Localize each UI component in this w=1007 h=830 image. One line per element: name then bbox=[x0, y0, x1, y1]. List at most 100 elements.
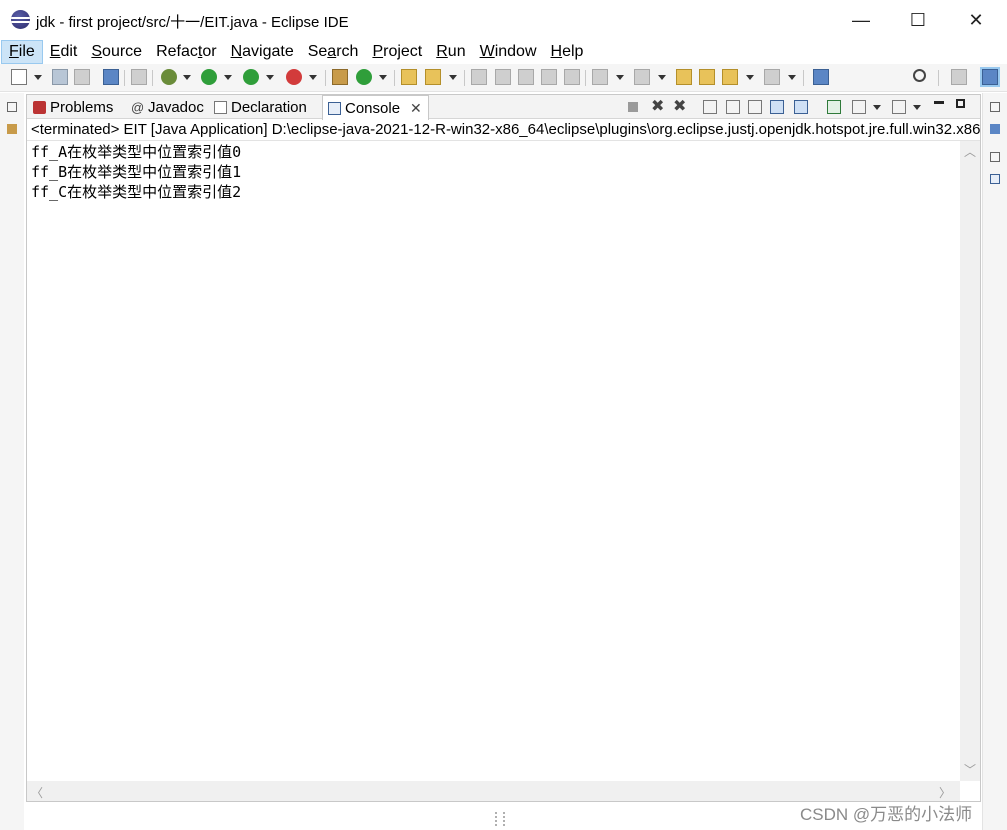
tab-javadoc[interactable]: @ Javadoc bbox=[127, 95, 208, 119]
menu-navigate[interactable]: Navigate bbox=[224, 40, 301, 64]
debug-dropdown-icon[interactable] bbox=[183, 75, 191, 80]
scroll-down-icon[interactable]: ﹀ bbox=[964, 761, 976, 778]
declaration-icon bbox=[214, 100, 227, 114]
close-window-button[interactable]: ✕ bbox=[953, 0, 999, 40]
menu-search[interactable]: Search bbox=[301, 40, 366, 64]
search-tool-dropdown-icon[interactable] bbox=[449, 75, 457, 80]
previous-annotation-dropdown-icon[interactable] bbox=[658, 75, 666, 80]
mark-occurrences-icon[interactable] bbox=[495, 69, 511, 85]
remove-all-launches-icon[interactable]: ✖ bbox=[673, 99, 687, 115]
tab-declaration[interactable]: Declaration bbox=[210, 95, 311, 119]
javadoc-icon: @ bbox=[131, 99, 145, 115]
next-annotation-dropdown-icon[interactable] bbox=[616, 75, 624, 80]
show-whitespace-icon[interactable] bbox=[564, 69, 580, 85]
open-perspective-icon[interactable] bbox=[951, 69, 967, 85]
skip-breakpoints-icon[interactable] bbox=[131, 69, 147, 85]
pin-console-icon[interactable] bbox=[827, 100, 841, 114]
toolbar-separator bbox=[152, 70, 153, 86]
previous-annotation-icon[interactable] bbox=[634, 69, 650, 85]
task-list-icon[interactable] bbox=[990, 174, 1000, 184]
close-icon: ✕ bbox=[968, 9, 984, 30]
window-title: jdk - first project/src/十一/EIT.java - Ec… bbox=[36, 14, 349, 31]
back-dropdown-icon[interactable] bbox=[746, 75, 754, 80]
block-selection-icon[interactable] bbox=[518, 69, 534, 85]
coverage-icon[interactable] bbox=[243, 69, 259, 85]
forward-edit-icon[interactable] bbox=[699, 69, 715, 85]
display-selected-console-icon[interactable] bbox=[852, 100, 866, 114]
restore-icon[interactable] bbox=[7, 102, 17, 112]
toolbar-separator bbox=[124, 70, 125, 86]
toggle-annotation-icon[interactable] bbox=[471, 69, 487, 85]
restore-icon[interactable] bbox=[990, 152, 1000, 162]
terminal-icon[interactable] bbox=[103, 69, 119, 85]
tab-problems[interactable]: Problems bbox=[29, 95, 117, 119]
forward-dropdown-icon[interactable] bbox=[788, 75, 796, 80]
right-trim-stack bbox=[982, 93, 1007, 830]
new-dropdown-icon[interactable] bbox=[34, 75, 42, 80]
status-bar-handle[interactable] bbox=[495, 812, 505, 826]
run-icon[interactable] bbox=[201, 69, 217, 85]
word-wrap-icon[interactable] bbox=[748, 100, 762, 114]
search-icon[interactable] bbox=[913, 69, 926, 82]
close-icon[interactable]: ✕ bbox=[410, 100, 422, 117]
back-icon[interactable] bbox=[722, 69, 738, 85]
open-console-dropdown-icon[interactable] bbox=[913, 105, 921, 110]
maximize-view-icon[interactable] bbox=[956, 99, 965, 108]
restore-icon[interactable] bbox=[990, 102, 1000, 112]
coverage-dropdown-icon[interactable] bbox=[266, 75, 274, 80]
forward-icon[interactable] bbox=[764, 69, 780, 85]
menu-edit[interactable]: Edit bbox=[43, 40, 85, 64]
new-java-class-dropdown-icon[interactable] bbox=[379, 75, 387, 80]
save-all-icon[interactable] bbox=[74, 69, 90, 85]
minimize-button[interactable]: — bbox=[838, 0, 884, 40]
display-console-dropdown-icon[interactable] bbox=[873, 105, 881, 110]
new-java-package-icon[interactable] bbox=[332, 69, 348, 85]
debug-icon[interactable] bbox=[161, 69, 177, 85]
horizontal-scrollbar[interactable]: 〈 〉 bbox=[27, 781, 960, 801]
next-annotation-icon[interactable] bbox=[592, 69, 608, 85]
run-dropdown-icon[interactable] bbox=[224, 75, 232, 80]
scroll-right-icon[interactable]: 〉 bbox=[939, 784, 951, 801]
package-explorer-icon[interactable] bbox=[7, 124, 17, 134]
menu-source[interactable]: Source bbox=[84, 40, 149, 64]
pin-editor-icon[interactable] bbox=[813, 69, 829, 85]
maximize-button[interactable]: ☐ bbox=[895, 0, 941, 40]
minimize-view-icon[interactable] bbox=[934, 101, 944, 104]
watermark: CSDN @万恶的小法师 bbox=[800, 805, 973, 824]
open-type-icon[interactable] bbox=[401, 69, 417, 85]
new-icon[interactable] bbox=[11, 69, 27, 85]
save-icon[interactable] bbox=[52, 69, 68, 85]
scroll-lock-icon[interactable] bbox=[726, 100, 740, 114]
toolbar-separator bbox=[464, 70, 465, 86]
menu-refactor[interactable]: Refactor bbox=[149, 40, 223, 64]
scroll-up-icon[interactable]: ︿ bbox=[964, 143, 976, 160]
search-tool-icon[interactable] bbox=[425, 69, 441, 85]
toolbar-separator bbox=[394, 70, 395, 86]
show-on-stdout-icon[interactable] bbox=[770, 100, 784, 114]
toolbar-separator bbox=[938, 70, 939, 86]
console-line: ff_B在枚举类型中位置索引值1 bbox=[31, 163, 242, 181]
terminate-icon[interactable] bbox=[628, 102, 638, 112]
menu-window[interactable]: Window bbox=[473, 40, 544, 64]
new-java-class-icon[interactable] bbox=[356, 69, 372, 85]
outline-icon[interactable] bbox=[990, 124, 1000, 134]
java-perspective-icon[interactable] bbox=[980, 67, 1000, 87]
clear-console-icon[interactable] bbox=[703, 100, 717, 114]
title-bar: jdk - first project/src/十一/EIT.java - Ec… bbox=[0, 0, 1007, 40]
view-tab-bar: Problems @ Javadoc Declaration Console ✕… bbox=[27, 95, 980, 120]
menu-project[interactable]: Project bbox=[365, 40, 429, 64]
show-on-stderr-icon[interactable] bbox=[794, 100, 808, 114]
last-edit-location-icon[interactable] bbox=[676, 69, 692, 85]
word-wrap-icon[interactable] bbox=[541, 69, 557, 85]
remove-launch-icon[interactable]: ✖ bbox=[651, 99, 665, 115]
menu-help[interactable]: Help bbox=[544, 40, 591, 64]
tab-console[interactable]: Console ✕ bbox=[322, 95, 429, 120]
vertical-scrollbar[interactable]: ︿ ﹀ bbox=[960, 141, 980, 781]
menu-run[interactable]: Run bbox=[429, 40, 472, 64]
menu-file[interactable]: File bbox=[1, 40, 43, 64]
open-console-icon[interactable] bbox=[892, 100, 906, 114]
external-tools-icon[interactable] bbox=[286, 69, 302, 85]
console-output[interactable]: ff_A在枚举类型中位置索引值0 ff_B在枚举类型中位置索引值1 ff_C在枚… bbox=[27, 141, 960, 781]
scroll-left-icon[interactable]: 〈 bbox=[31, 784, 43, 801]
external-tools-dropdown-icon[interactable] bbox=[309, 75, 317, 80]
